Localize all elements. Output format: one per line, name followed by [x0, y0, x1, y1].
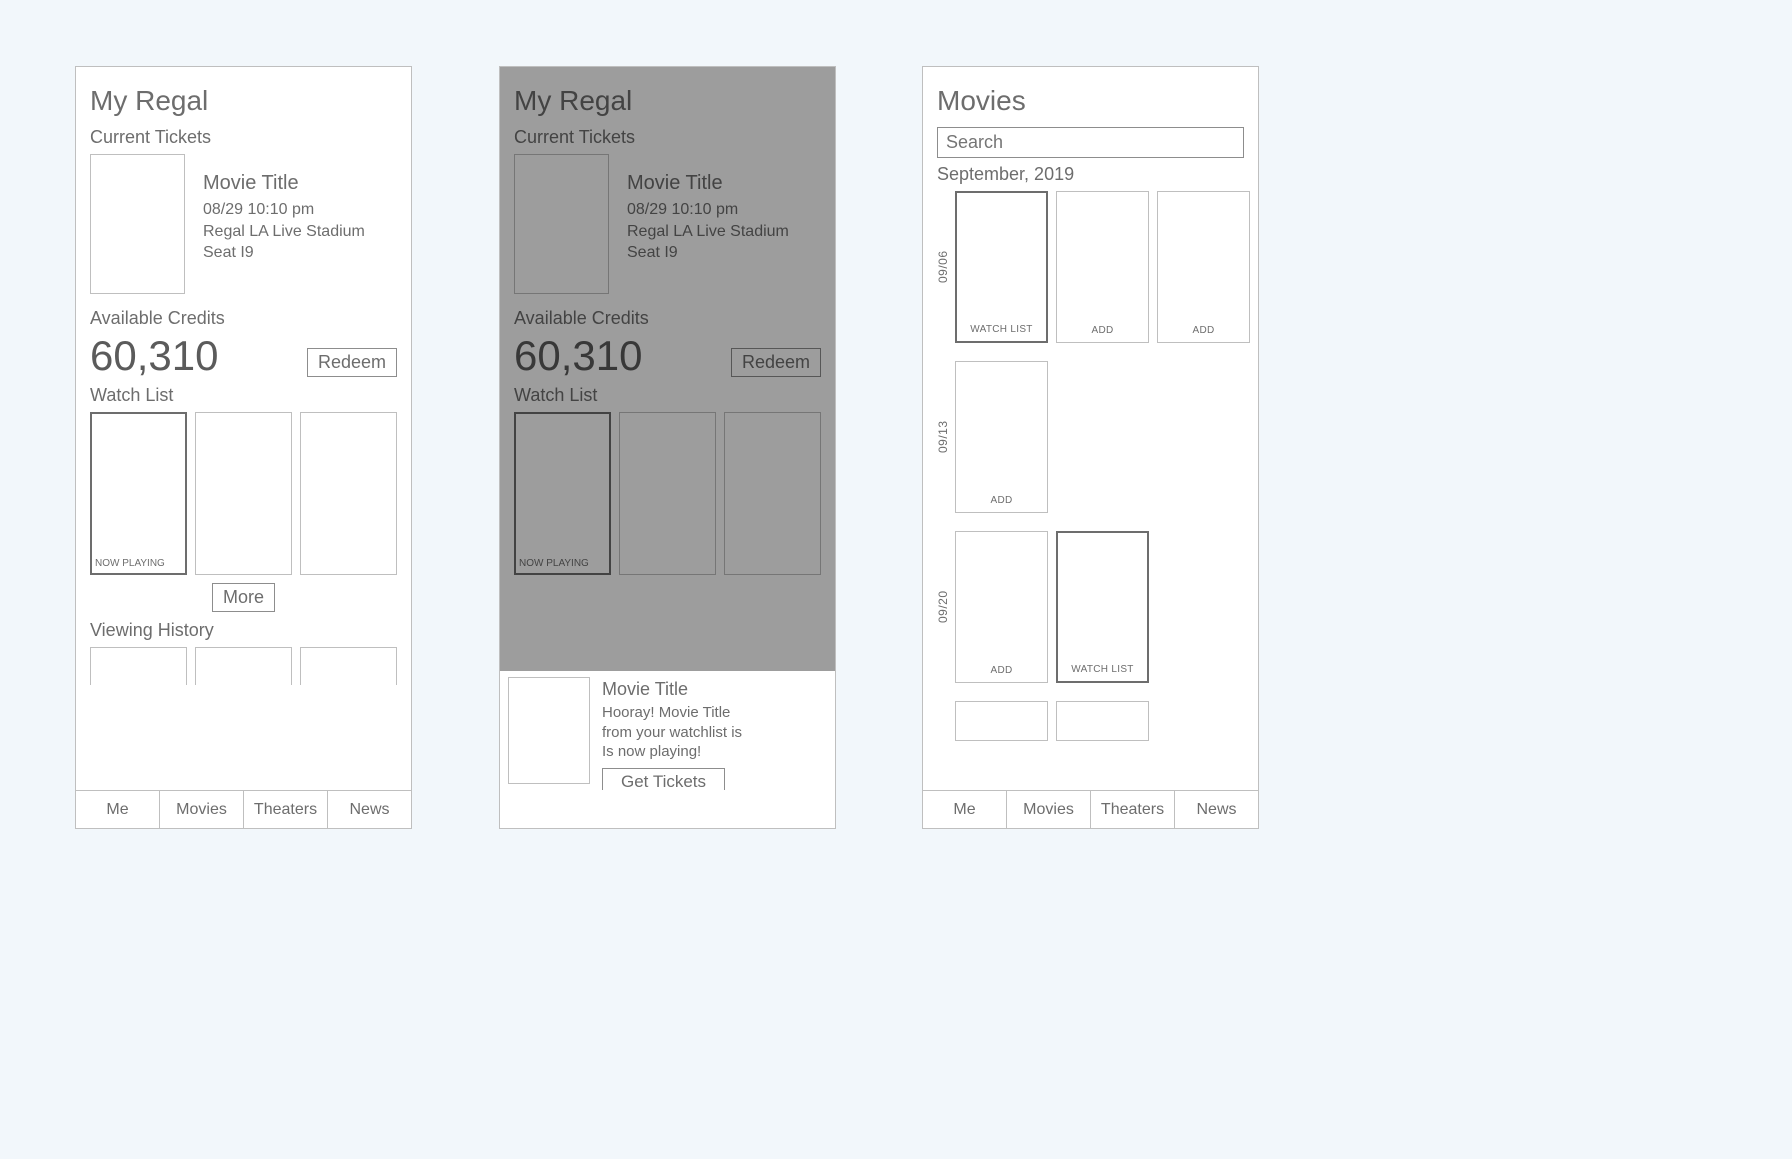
tab-bar: Me Movies Theaters News: [923, 790, 1258, 828]
ticket-row: Movie Title 08/29 10:10 pm Regal LA Live…: [514, 154, 821, 294]
popup-title: Movie Title: [602, 679, 742, 700]
month-label: September, 2019: [937, 164, 1244, 185]
page-title: My Regal: [514, 85, 821, 117]
popup-body: Movie Title Hooray! Movie Title from you…: [602, 677, 742, 784]
tab-bar: [500, 790, 835, 828]
movie-row: WATCH LIST ADD ADD: [955, 191, 1250, 343]
movie-row: ADD WATCH LIST: [955, 531, 1250, 683]
date-label: 09/13: [937, 361, 949, 513]
watch-list-row: NOW PLAYING: [514, 412, 821, 575]
movie-row: [955, 701, 1250, 741]
movie-card[interactable]: ADD: [1056, 191, 1149, 343]
watch-card[interactable]: [619, 412, 716, 575]
ticket-datetime: 08/29 10:10 pm: [627, 199, 789, 221]
screen-movies: Movies September, 2019 09/06 09/13 09/20…: [922, 66, 1259, 829]
ticket-theater: Regal LA Live Stadium: [203, 221, 365, 243]
ticket-row: Movie Title 08/29 10:10 pm Regal LA Live…: [90, 154, 397, 294]
watch-list-label: Watch List: [90, 385, 397, 406]
ticket-theater: Regal LA Live Stadium: [627, 221, 789, 243]
more-button[interactable]: More: [212, 583, 275, 612]
movie-card[interactable]: [955, 701, 1048, 741]
current-tickets-label: Current Tickets: [90, 127, 397, 148]
watch-card[interactable]: [195, 412, 292, 575]
ticket-info: Movie Title 08/29 10:10 pm Regal LA Live…: [203, 154, 365, 294]
tab-bar: Me Movies Theaters News: [76, 790, 411, 828]
page-title: My Regal: [90, 85, 397, 117]
history-card[interactable]: [300, 647, 397, 685]
popup-line: Hooray! Movie Title: [602, 704, 730, 721]
watch-card[interactable]: NOW PLAYING: [90, 412, 187, 575]
tab-news[interactable]: News: [328, 791, 411, 828]
movies-body: 09/06 09/13 09/20 WATCH LIST ADD ADD ADD…: [937, 191, 1244, 759]
credits-row: 60,310 Redeem: [514, 335, 821, 377]
credits-row: 60,310 Redeem: [90, 335, 397, 377]
popup-poster[interactable]: [508, 677, 590, 784]
history-card[interactable]: [195, 647, 292, 685]
tab-movies[interactable]: Movies: [160, 791, 244, 828]
watch-list-label: Watch List: [514, 385, 821, 406]
credits-label: Available Credits: [90, 308, 397, 329]
watch-card[interactable]: NOW PLAYING: [514, 412, 611, 575]
movie-card[interactable]: WATCH LIST: [1056, 531, 1149, 683]
ticket-poster[interactable]: [90, 154, 185, 294]
movie-card[interactable]: ADD: [955, 361, 1048, 513]
watch-list-row: NOW PLAYING: [90, 412, 397, 575]
movie-card[interactable]: ADD: [955, 531, 1048, 683]
tab-theaters[interactable]: Theaters: [244, 791, 328, 828]
watch-card[interactable]: [300, 412, 397, 575]
movie-row: ADD: [955, 361, 1250, 513]
ticket-seat: Seat I9: [203, 242, 365, 264]
ticket-info: Movie Title 08/29 10:10 pm Regal LA Live…: [627, 154, 789, 294]
tab-me[interactable]: Me: [76, 791, 160, 828]
screen-content: My Regal Current Tickets Movie Title 08/…: [76, 67, 411, 685]
credits-label: Available Credits: [514, 308, 821, 329]
viewing-history-row: [90, 647, 397, 685]
ticket-seat: Seat I9: [627, 242, 789, 264]
redeem-button[interactable]: Redeem: [731, 348, 821, 377]
page-title: Movies: [937, 85, 1244, 117]
popup-line: Is now playing!: [602, 743, 701, 760]
tab-me[interactable]: Me: [923, 791, 1007, 828]
current-tickets-label: Current Tickets: [514, 127, 821, 148]
credits-value: 60,310: [514, 335, 642, 377]
screen-my-regal-popup: My Regal Current Tickets Movie Title 08/…: [499, 66, 836, 829]
search-input[interactable]: [937, 127, 1244, 158]
watch-card[interactable]: [724, 412, 821, 575]
screen-content: My Regal Current Tickets Movie Title 08/…: [500, 67, 835, 575]
date-label: 09/06: [937, 191, 949, 343]
tab-news[interactable]: News: [1175, 791, 1258, 828]
credits-value: 60,310: [90, 335, 218, 377]
history-card[interactable]: [90, 647, 187, 685]
screen-content: Movies September, 2019 09/06 09/13 09/20…: [923, 67, 1258, 759]
movie-card[interactable]: WATCH LIST: [955, 191, 1048, 343]
ticket-title: Movie Title: [203, 172, 365, 195]
popup-line: from your watchlist is: [602, 724, 742, 741]
screen-my-regal: My Regal Current Tickets Movie Title 08/…: [75, 66, 412, 829]
viewing-history-label: Viewing History: [90, 620, 397, 641]
movies-grid: WATCH LIST ADD ADD ADD ADD WATCH LIST: [955, 191, 1250, 759]
date-column: 09/06 09/13 09/20: [937, 191, 949, 759]
movie-card[interactable]: [1056, 701, 1149, 741]
movie-card[interactable]: ADD: [1157, 191, 1250, 343]
tab-theaters[interactable]: Theaters: [1091, 791, 1175, 828]
watchlist-popup: Movie Title Hooray! Movie Title from you…: [500, 671, 835, 790]
ticket-title: Movie Title: [627, 172, 789, 195]
tab-movies[interactable]: Movies: [1007, 791, 1091, 828]
popup-message: Hooray! Movie Title from your watchlist …: [602, 703, 742, 762]
more-row: More: [90, 583, 397, 612]
ticket-datetime: 08/29 10:10 pm: [203, 199, 365, 221]
ticket-poster[interactable]: [514, 154, 609, 294]
redeem-button[interactable]: Redeem: [307, 348, 397, 377]
date-label: 09/20: [937, 531, 949, 683]
